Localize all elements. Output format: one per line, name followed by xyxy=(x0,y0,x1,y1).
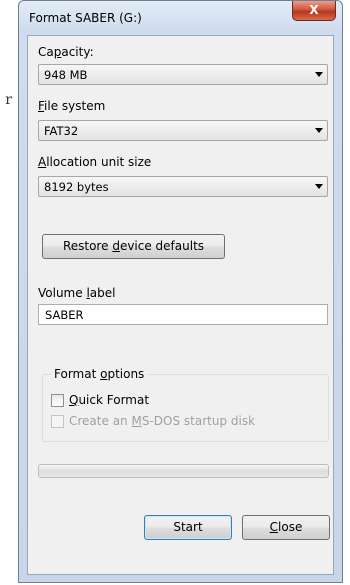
close-icon: X xyxy=(309,3,319,17)
format-options-group: Format options Quick Format Create an MS… xyxy=(42,367,329,442)
allocation-unit-dropdown[interactable]: 8192 bytes xyxy=(38,176,328,197)
close-button[interactable]: Close xyxy=(242,515,330,540)
dialog-client-area: Capacity: 948 MB File system FAT32 Alloc… xyxy=(27,35,334,575)
volume-label-label: Volume label xyxy=(38,286,116,300)
file-system-label: File system xyxy=(38,99,106,113)
quick-format-checkbox[interactable] xyxy=(51,394,64,407)
background-text: r xyxy=(5,92,12,108)
chevron-down-icon xyxy=(315,72,323,77)
chevron-down-icon xyxy=(315,128,323,133)
allocation-unit-value: 8192 bytes xyxy=(44,180,109,194)
msdos-startup-checkbox xyxy=(51,415,64,428)
format-options-label: Format options xyxy=(51,367,148,381)
capacity-dropdown[interactable]: 948 MB xyxy=(38,64,328,85)
file-system-value: FAT32 xyxy=(44,124,79,138)
window-close-button[interactable]: X xyxy=(292,1,336,21)
restore-defaults-button[interactable]: Restore device defaults xyxy=(42,234,225,259)
chevron-down-icon xyxy=(315,184,323,189)
format-dialog-window: Format SABER (G:) X Capacity: 948 MB Fil… xyxy=(18,0,343,583)
volume-label-field[interactable] xyxy=(38,304,328,325)
allocation-unit-label: Allocation unit size xyxy=(38,155,152,169)
format-progress-bar xyxy=(38,464,329,478)
window-title: Format SABER (G:) xyxy=(29,11,142,25)
capacity-label: Capacity: xyxy=(38,45,94,59)
title-bar[interactable]: Format SABER (G:) X xyxy=(19,1,342,35)
capacity-value: 948 MB xyxy=(44,68,88,82)
msdos-startup-label: Create an MS-DOS startup disk xyxy=(69,414,256,428)
file-system-dropdown[interactable]: FAT32 xyxy=(38,120,328,141)
volume-label-input[interactable] xyxy=(39,305,327,324)
quick-format-label: Quick Format xyxy=(69,393,150,407)
start-button[interactable]: Start xyxy=(144,515,232,540)
